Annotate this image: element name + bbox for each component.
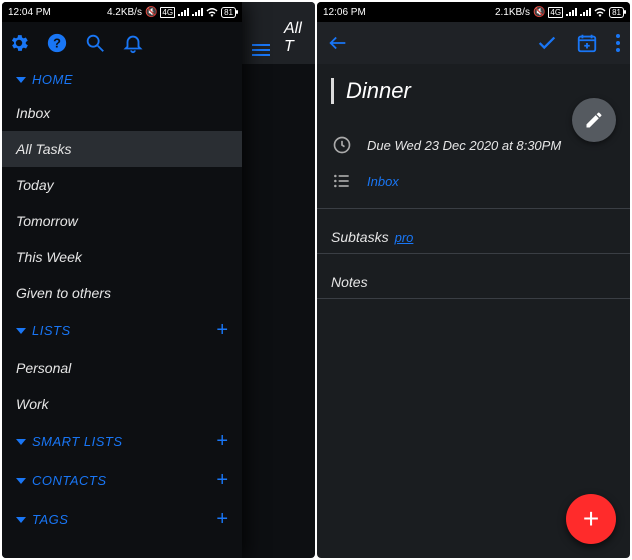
section-tags-label: TAGS: [32, 512, 68, 527]
add-list-button[interactable]: +: [216, 319, 228, 342]
back-icon[interactable]: [327, 32, 349, 54]
section-contacts-label: CONTACTS: [32, 473, 107, 488]
task-title-row[interactable]: Dinner: [331, 78, 616, 104]
section-home-label: HOME: [32, 72, 73, 87]
notes-header[interactable]: Notes: [331, 268, 616, 298]
clock-icon: [331, 134, 353, 156]
nav-item-tomorrow[interactable]: Tomorrow: [2, 203, 242, 239]
task-title: Dinner: [346, 78, 411, 104]
wifi-icon: [594, 7, 606, 17]
nav-item-given-to-others[interactable]: Given to others: [2, 275, 242, 311]
pro-badge[interactable]: pro: [395, 230, 414, 245]
confirm-icon[interactable]: [536, 32, 558, 54]
drawer-topbar: ?: [2, 22, 242, 64]
add-tag-button[interactable]: +: [216, 508, 228, 531]
status-time: 12:04 PM: [8, 7, 51, 18]
notes-label: Notes: [331, 274, 368, 290]
chevron-down-icon: [16, 478, 26, 484]
status-speed: 4.2KB/s: [107, 7, 142, 18]
divider: [317, 208, 630, 209]
section-contacts[interactable]: CONTACTS +: [2, 461, 242, 500]
chevron-down-icon: [16, 328, 26, 334]
battery-icon: 81: [221, 7, 236, 18]
add-smart-list-button[interactable]: +: [216, 430, 228, 453]
add-fab[interactable]: +: [566, 494, 616, 544]
signal-icon-2: [192, 8, 203, 16]
list-icon: [331, 170, 353, 192]
wifi-icon: [206, 7, 218, 17]
list-item-personal[interactable]: Personal: [2, 350, 242, 386]
due-row[interactable]: Due Wed 23 Dec 2020 at 8:30PM: [331, 134, 616, 156]
due-text: Due Wed 23 Dec 2020 at 8:30PM: [367, 138, 561, 153]
status-speed: 2.1KB/s: [495, 7, 530, 18]
nav-item-all-tasks[interactable]: All Tasks: [2, 131, 242, 167]
screen-nav-drawer: All T 12:04 PM 4.2KB/s 🔇 4G 81: [2, 2, 315, 558]
signal-icon: [178, 8, 189, 16]
help-icon[interactable]: ?: [46, 32, 68, 54]
screen-task-detail: 12:06 PM 2.1KB/s 🔇 4G 81: [317, 2, 630, 558]
chevron-down-icon: [16, 517, 26, 523]
bell-icon[interactable]: [122, 32, 144, 54]
text-cursor: [331, 78, 334, 104]
section-smart-label: SMART LISTS: [32, 434, 123, 449]
chevron-down-icon: [16, 77, 26, 83]
mute-icon: 🔇: [533, 7, 545, 18]
main-title: All T: [284, 20, 315, 56]
nav-item-inbox[interactable]: Inbox: [2, 95, 242, 131]
add-contact-button[interactable]: +: [216, 469, 228, 492]
status-bar: 12:06 PM 2.1KB/s 🔇 4G 81: [317, 2, 630, 22]
edit-fab[interactable]: [572, 98, 616, 142]
gear-icon[interactable]: [8, 32, 30, 54]
status-bar: 12:04 PM 4.2KB/s 🔇 4G 81: [2, 2, 242, 22]
mute-icon: 🔇: [145, 7, 157, 18]
list-row[interactable]: Inbox: [331, 170, 616, 208]
network-badge: 4G: [548, 7, 563, 18]
section-smart-lists[interactable]: SMART LISTS +: [2, 422, 242, 461]
divider: [317, 298, 630, 299]
divider: [317, 253, 630, 254]
nav-item-today[interactable]: Today: [2, 167, 242, 203]
subtasks-label: Subtasks: [331, 229, 389, 245]
hamburger-icon[interactable]: [252, 44, 270, 56]
svg-text:?: ?: [53, 36, 61, 51]
section-home[interactable]: HOME: [2, 64, 242, 95]
signal-icon-2: [580, 8, 591, 16]
nav-drawer: 12:04 PM 4.2KB/s 🔇 4G 81: [2, 2, 242, 558]
network-badge: 4G: [160, 7, 175, 18]
overflow-menu-icon[interactable]: [616, 34, 620, 52]
status-time: 12:06 PM: [323, 7, 366, 18]
main-appbar-under-drawer: All T: [242, 2, 315, 64]
list-name: Inbox: [367, 174, 399, 189]
calendar-add-icon[interactable]: [576, 32, 598, 54]
list-item-work[interactable]: Work: [2, 386, 242, 422]
task-appbar: [317, 22, 630, 64]
nav-item-this-week[interactable]: This Week: [2, 239, 242, 275]
signal-icon: [566, 8, 577, 16]
battery-icon: 81: [609, 7, 624, 18]
section-tags[interactable]: TAGS +: [2, 500, 242, 539]
section-lists-label: LISTS: [32, 323, 71, 338]
subtasks-header[interactable]: Subtasks pro: [331, 223, 616, 253]
search-icon[interactable]: [84, 32, 106, 54]
section-lists[interactable]: LISTS +: [2, 311, 242, 350]
chevron-down-icon: [16, 439, 26, 445]
